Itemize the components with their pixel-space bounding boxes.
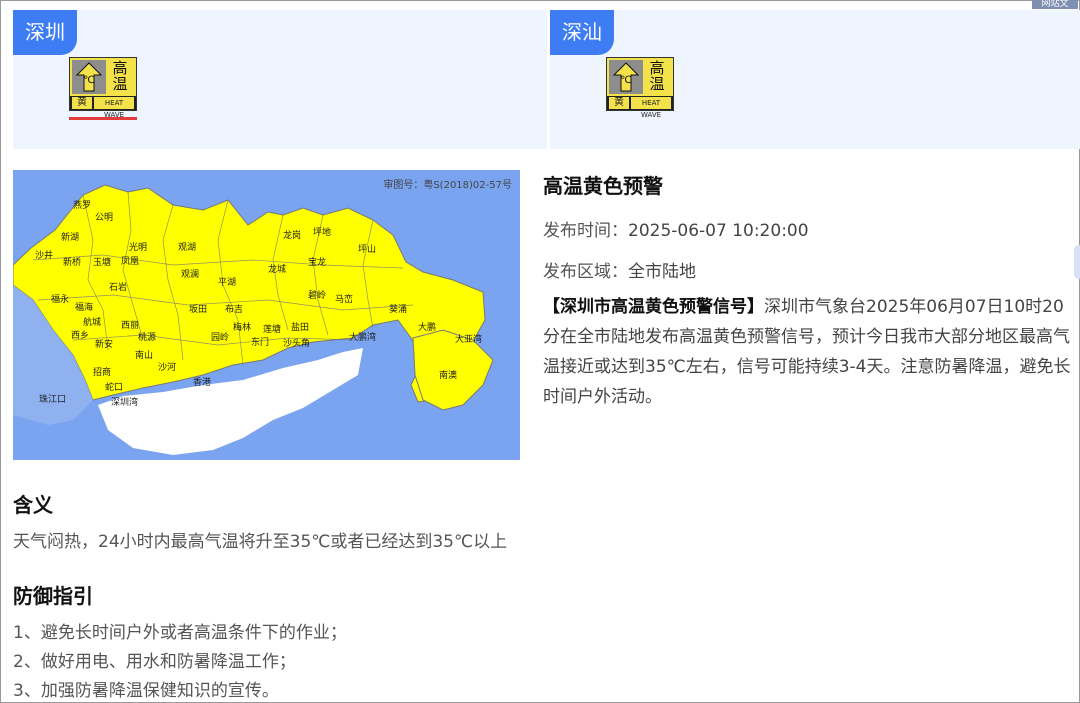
map-label: 东门 bbox=[251, 338, 270, 348]
meaning-title: 含义 bbox=[13, 493, 53, 517]
city-tab-shenzhen[interactable]: 深圳 bbox=[13, 10, 77, 55]
map-label: 莲塘 bbox=[263, 325, 282, 335]
city-tab-shenshan[interactable]: 深汕 bbox=[550, 10, 614, 55]
map-label: 龙岗 bbox=[283, 231, 302, 241]
city-card-shenzhen[interactable]: 深圳 ℃ 高温 黄 HEAT WAVE bbox=[13, 10, 547, 149]
map-label: 新桥 bbox=[63, 258, 82, 268]
map-label: 坂田 bbox=[189, 305, 208, 315]
map-label: 大亚湾 bbox=[455, 335, 483, 345]
map-label: 深圳湾 bbox=[111, 398, 139, 408]
map-label: 香港 bbox=[193, 378, 212, 388]
map-label: 大鹏湾 bbox=[349, 333, 377, 343]
map-label: 大鹏 bbox=[418, 323, 437, 333]
signal-color-label: 黄 bbox=[72, 97, 92, 109]
active-signal-underline bbox=[69, 117, 137, 120]
guide-item: 3、加强防暑降温保健知识的宣传。 bbox=[13, 681, 279, 701]
map-label: 福永 bbox=[51, 295, 70, 305]
map-label: 梅林 bbox=[233, 323, 252, 333]
publish-time-value: 2025-06-07 10:20:00 bbox=[628, 221, 809, 241]
alert-title: 高温黄色预警 bbox=[543, 174, 663, 198]
map-label: 龙城 bbox=[268, 265, 287, 275]
map-label: 布吉 bbox=[225, 305, 244, 315]
map-label: 沙井 bbox=[35, 251, 54, 261]
map-label: 宝龙 bbox=[308, 258, 327, 268]
alert-description: 【深圳市高温黄色预警信号】深圳市气象台2025年06月07日10时20分在全市陆… bbox=[543, 292, 1073, 412]
publish-time-row: 发布时间：2025-06-07 10:20:00 bbox=[543, 216, 809, 241]
thermometer-icon: ℃ bbox=[609, 60, 643, 94]
signal-wave-label: HEAT WAVE bbox=[631, 97, 671, 119]
map-label: 葵涌 bbox=[389, 305, 408, 315]
map-label: 园岭 bbox=[211, 333, 230, 343]
meaning-text: 天气闷热，24小时内最高气温将升至35℃或者已经达到35℃以上 bbox=[13, 532, 508, 552]
map-label: 沙河 bbox=[158, 363, 177, 373]
signal-unit: ℃ bbox=[83, 75, 94, 86]
map-label: 盐田 bbox=[291, 323, 310, 333]
publish-area-row: 发布区域：全市陆地 bbox=[543, 257, 696, 282]
guide-item: 1、避免长时间户外或者高温条件下的作业； bbox=[13, 623, 347, 643]
city-card-shenshan[interactable]: 深汕 ℃ 高温 黄 HEAT WAVE bbox=[550, 10, 1080, 149]
map-label: 桃源 bbox=[138, 333, 157, 343]
map-label: 碧岭 bbox=[308, 291, 327, 301]
map-label: 蛇口 bbox=[105, 383, 124, 393]
map-label: 珠江口 bbox=[39, 395, 67, 405]
signal-top-text: 高温 bbox=[112, 59, 128, 93]
alert-detail-panel: 高温黄色预警 发布时间：2025-06-07 10:20:00 发布区域：全市陆… bbox=[543, 170, 1073, 407]
map-label: 新湖 bbox=[61, 233, 80, 243]
signal-color-label: 黄 bbox=[609, 97, 629, 109]
map-label: 招商 bbox=[93, 368, 112, 378]
alert-description-title: 【深圳市高温黄色预警信号】 bbox=[543, 297, 764, 317]
publish-time-label: 发布时间： bbox=[543, 221, 628, 241]
map-review-number: 审图号：粤S(2018)02-57号 bbox=[383, 180, 512, 191]
map-label: 西丽 bbox=[121, 321, 140, 331]
map-label: 坪地 bbox=[313, 228, 332, 238]
map-label: 沙头角 bbox=[283, 339, 311, 349]
corner-tag: 网站文 bbox=[1032, 0, 1078, 9]
map-label: 马峦 bbox=[335, 295, 354, 305]
map-label: 南澳 bbox=[439, 371, 458, 381]
guide-title: 防御指引 bbox=[13, 584, 93, 608]
publish-area-value: 全市陆地 bbox=[628, 262, 696, 282]
guide-item: 2、做好用电、用水和防暑降温工作； bbox=[13, 652, 296, 672]
map-label: 南山 bbox=[135, 351, 154, 361]
thermometer-icon: ℃ bbox=[72, 60, 106, 94]
map-label: 玉塘 bbox=[93, 258, 112, 268]
map-label: 石岩 bbox=[109, 283, 128, 293]
side-scroll-handle[interactable] bbox=[1074, 245, 1080, 279]
map-label: 坪山 bbox=[358, 245, 377, 255]
map-label: 观澜 bbox=[181, 270, 200, 280]
heat-yellow-signal-icon[interactable]: ℃ 高温 黄 HEAT WAVE bbox=[606, 57, 674, 119]
map-label: 新安 bbox=[95, 340, 114, 350]
signal-top-text: 高温 bbox=[649, 59, 665, 93]
map-label: 航城 bbox=[83, 318, 102, 328]
map-label: 燕罗 bbox=[73, 201, 92, 211]
map-label: 平湖 bbox=[218, 278, 237, 288]
map-label: 公明 bbox=[95, 213, 114, 223]
map-label: 凤凰 bbox=[121, 257, 140, 267]
signal-wave-label: HEAT WAVE bbox=[94, 97, 134, 119]
map-label: 观湖 bbox=[178, 243, 197, 253]
map-label: 光明 bbox=[129, 243, 148, 253]
warning-map: 审图号：粤S(2018)02-57号 燕罗 公明 光明 新湖 沙井 新桥 玉塘 … bbox=[13, 170, 520, 460]
signal-unit: ℃ bbox=[620, 75, 631, 86]
map-label: 福海 bbox=[75, 303, 94, 313]
heat-yellow-signal-icon[interactable]: ℃ 高温 黄 HEAT WAVE bbox=[69, 57, 137, 119]
publish-area-label: 发布区域： bbox=[543, 262, 628, 282]
map-label: 西乡 bbox=[71, 331, 90, 341]
